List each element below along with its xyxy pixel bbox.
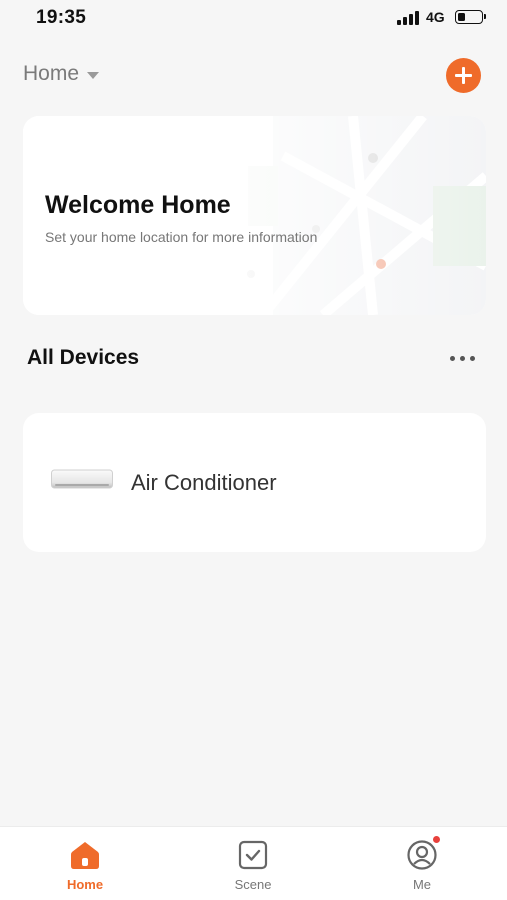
more-dots-icon bbox=[450, 356, 455, 361]
all-devices-title: All Devices bbox=[27, 346, 140, 369]
network-type: 4G bbox=[426, 9, 445, 25]
add-device-button[interactable] bbox=[446, 58, 481, 93]
status-bar: 19:35 4G bbox=[0, 0, 507, 36]
battery-level bbox=[457, 12, 466, 21]
more-dot bbox=[460, 356, 465, 361]
device-name: Air Conditioner bbox=[131, 470, 277, 495]
scene-check-icon bbox=[238, 840, 268, 870]
tab-scene[interactable]: Scene bbox=[193, 827, 313, 900]
air-conditioner-icon bbox=[51, 469, 113, 489]
caret-down-icon bbox=[87, 72, 100, 79]
home-selector-label: Home bbox=[23, 62, 80, 85]
battery-icon bbox=[455, 10, 486, 24]
more-dot bbox=[470, 356, 475, 361]
tab-home-label: Home bbox=[66, 877, 104, 892]
tab-scene-label: Scene bbox=[234, 877, 272, 892]
status-time: 19:35 bbox=[36, 7, 87, 28]
tab-home[interactable]: Home bbox=[25, 827, 145, 900]
home-selector[interactable]: Home bbox=[23, 62, 100, 86]
welcome-card[interactable]: Welcome Home Set your home location for … bbox=[23, 116, 486, 315]
tab-me[interactable]: Me bbox=[362, 827, 482, 900]
home-icon bbox=[71, 842, 99, 869]
more-options-button[interactable] bbox=[448, 348, 480, 368]
tab-me-label: Me bbox=[412, 877, 432, 892]
user-profile-icon bbox=[407, 840, 437, 870]
notification-badge bbox=[432, 835, 441, 844]
welcome-title: Welcome Home bbox=[45, 191, 231, 219]
cellular-signal-icon bbox=[397, 11, 421, 25]
bottom-tab-bar: Home Scene Me bbox=[0, 826, 507, 900]
welcome-subtitle: Set your home location for more informat… bbox=[45, 229, 318, 245]
device-card-air-conditioner[interactable]: Air Conditioner bbox=[23, 413, 486, 552]
